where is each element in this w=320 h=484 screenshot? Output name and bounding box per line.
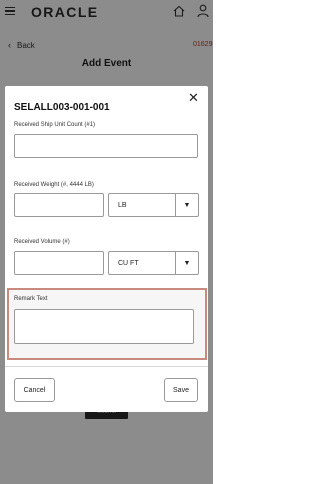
save-button[interactable]: Save [164,378,198,402]
weight-uom-select[interactable]: LB ▼ [108,193,199,217]
close-icon[interactable]: ✕ [187,91,200,104]
chevron-down-icon: ▼ [183,201,191,209]
remark-textarea[interactable] [14,309,194,344]
weight-uom-value: LB [118,201,127,209]
volume-input[interactable] [14,251,104,275]
cancel-button[interactable]: Cancel [14,378,55,402]
remark-label: Remark Text [14,296,48,302]
volume-label: Received Volume (#) [14,239,70,245]
ship-unit-count-input[interactable] [14,134,198,158]
ship-unit-count-label: Received Ship Unit Count (#1) [14,122,96,128]
modal-title: SELALL003-001-001 [14,102,110,113]
footer-divider [5,366,208,367]
volume-uom-value: CU FT [118,259,139,267]
weight-input[interactable] [14,193,104,217]
volume-uom-select[interactable]: CU FT ▼ [108,251,199,275]
chevron-down-icon: ▼ [183,259,191,267]
weight-label: Received Weight (#, 4444 LB) [14,182,94,188]
